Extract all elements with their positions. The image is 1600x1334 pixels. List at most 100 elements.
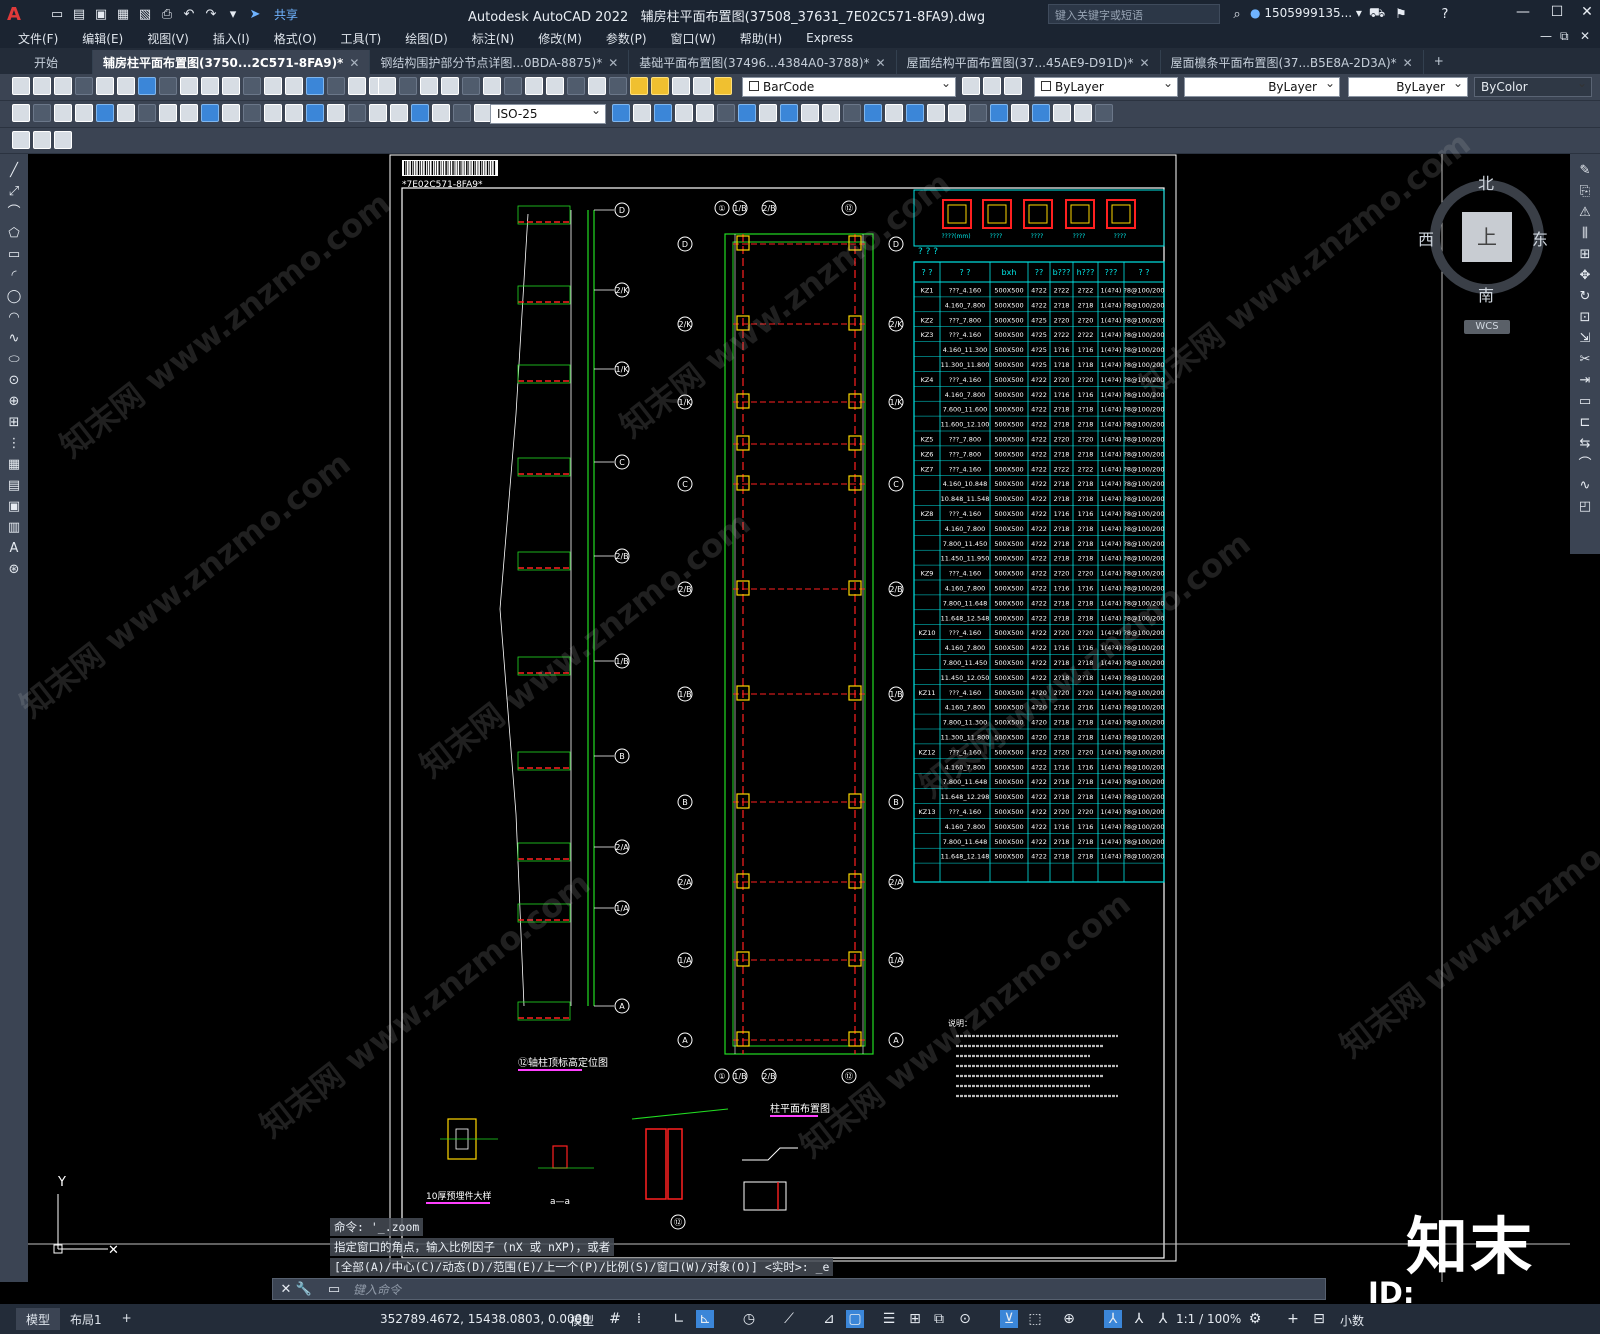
dimension-tool-icon[interactable] xyxy=(432,104,450,122)
properties-tool-icon[interactable] xyxy=(567,77,585,95)
draw-tool-icon[interactable]: ∿ xyxy=(5,330,23,348)
share-button[interactable]: 共享 xyxy=(274,6,298,23)
compass-north[interactable]: 北 xyxy=(1478,170,1494,194)
standard-tool-icon[interactable] xyxy=(285,77,303,95)
search-icon[interactable]: ⌕ xyxy=(1228,5,1246,23)
view-tool-icon[interactable] xyxy=(654,104,672,122)
modify-tool-icon[interactable]: ✎ xyxy=(1576,162,1594,180)
menu-draw[interactable]: 绘图(D) xyxy=(405,30,448,47)
draw-tool-icon[interactable]: ⊛ xyxy=(5,561,23,579)
autocad-logo-icon[interactable]: A xyxy=(0,0,28,28)
standard-tool-icon[interactable] xyxy=(306,77,324,95)
view-tool-icon[interactable] xyxy=(969,104,987,122)
view-tool-icon[interactable] xyxy=(1053,104,1071,122)
dimension-tool-icon[interactable] xyxy=(327,104,345,122)
standard-tool-icon[interactable] xyxy=(12,77,30,95)
workspace-gear-icon[interactable]: ⚙ xyxy=(1246,1310,1264,1328)
dimension-tool-icon[interactable] xyxy=(96,104,114,122)
standard-tool-icon[interactable] xyxy=(327,77,345,95)
modify-tool-icon[interactable]: ⎘ xyxy=(1576,183,1594,201)
osnap-tracking-icon[interactable]: ⟋ xyxy=(780,1310,798,1328)
properties-tool-icon[interactable] xyxy=(483,77,501,95)
menu-express[interactable]: Express xyxy=(806,31,853,45)
menu-tools[interactable]: 工具(T) xyxy=(341,30,382,47)
save-as-icon[interactable]: ▦ xyxy=(114,5,132,23)
standard-tool-icon[interactable] xyxy=(348,77,366,95)
selection-cycling-icon[interactable]: ⧉ xyxy=(930,1310,948,1328)
layer-tool-icon[interactable] xyxy=(672,77,690,95)
linetype-dropdown[interactable]: ByLayer xyxy=(1184,76,1340,97)
polar-icon[interactable]: ⊾ xyxy=(696,1310,714,1328)
standard-tool-icon[interactable] xyxy=(159,77,177,95)
view-tool-icon[interactable] xyxy=(1074,104,1092,122)
view-tool-icon[interactable] xyxy=(738,104,756,122)
modify-tool-icon[interactable]: ▭ xyxy=(1576,393,1594,411)
doc-close-button[interactable]: ✕ xyxy=(1580,29,1590,43)
view-tool-icon[interactable] xyxy=(717,104,735,122)
view-tool-icon[interactable] xyxy=(822,104,840,122)
dimension-tool-icon[interactable] xyxy=(348,104,366,122)
layer-dropdown[interactable]: BarCode xyxy=(742,76,956,97)
draw-tool-icon[interactable]: ▣ xyxy=(5,498,23,516)
menu-help[interactable]: 帮助(H) xyxy=(740,30,782,47)
modify-tool-icon[interactable]: ⇲ xyxy=(1576,330,1594,348)
layer-tool-icon[interactable] xyxy=(714,77,732,95)
menu-view[interactable]: 视图(V) xyxy=(147,30,189,47)
modify-tool-icon[interactable]: ⊡ xyxy=(1576,309,1594,327)
annotation-visibility-icon[interactable]: ⅄ xyxy=(1104,1310,1122,1328)
wcs-menu[interactable]: WCS xyxy=(1464,320,1510,334)
standard-tool-icon[interactable] xyxy=(180,77,198,95)
standard-tool-icon[interactable] xyxy=(117,77,135,95)
view-tool-icon[interactable] xyxy=(759,104,777,122)
layer-tool-icon[interactable] xyxy=(693,77,711,95)
close-tab-icon[interactable]: ✕ xyxy=(1139,56,1149,70)
view-tool-icon[interactable] xyxy=(1011,104,1029,122)
view-tool-icon[interactable] xyxy=(675,104,693,122)
menu-insert[interactable]: 插入(I) xyxy=(213,30,250,47)
save-icon[interactable]: ▣ xyxy=(92,5,110,23)
menu-format[interactable]: 格式(O) xyxy=(274,30,317,47)
lineweight-icon[interactable]: ☰ xyxy=(880,1310,898,1328)
menu-dimension[interactable]: 标注(N) xyxy=(472,30,514,47)
dynamic-ucs-icon[interactable]: ▢ xyxy=(846,1310,864,1328)
redo-icon[interactable]: ↷ xyxy=(202,5,220,23)
view-tool-icon[interactable] xyxy=(990,104,1008,122)
layer-state-tool-icon[interactable] xyxy=(962,77,980,95)
modify-tool-icon[interactable]: ∿ xyxy=(1576,477,1594,495)
dimension-tool-icon[interactable] xyxy=(369,104,387,122)
dimension-tool-icon[interactable] xyxy=(12,104,30,122)
modify-tool-icon[interactable]: ◰ xyxy=(1576,498,1594,516)
selection-filter-icon[interactable]: ⬚ xyxy=(1026,1310,1044,1328)
viewcube-top-face[interactable]: 上 xyxy=(1462,212,1512,262)
modify-tool-icon[interactable]: ⇆ xyxy=(1576,435,1594,453)
dynamic-input-icon[interactable]: ⊻ xyxy=(1000,1310,1018,1328)
add-layout-button[interactable]: + xyxy=(112,1308,142,1330)
dimension-tool-icon[interactable] xyxy=(306,104,324,122)
color-dropdown[interactable]: ByLayer xyxy=(1034,76,1178,97)
standard-tool-icon[interactable] xyxy=(96,77,114,95)
drawing-canvas[interactable]: *7E02C571-8FA9* Y ✕ D 2/K 1/K C 2/B 1/B B 2/A 1/A A ⑫… xyxy=(28,154,1570,1282)
view-tool-icon[interactable] xyxy=(906,104,924,122)
draw-tool-icon[interactable]: ╱ xyxy=(5,162,23,180)
customize-command-icon[interactable]: 🔧 xyxy=(295,1280,313,1298)
tab-drawing[interactable]: 钢结构围护部分节点详图...0BDA-8875)* ✕ xyxy=(370,50,630,74)
command-line[interactable]: ✕ 🔧 ▭ 键入命令 xyxy=(272,1278,1326,1300)
transparency-icon[interactable]: ⊞ xyxy=(906,1310,924,1328)
command-prompt-icon[interactable]: ▭ xyxy=(325,1280,343,1298)
properties-tool-icon[interactable] xyxy=(420,77,438,95)
cart-icon[interactable]: ⛟ xyxy=(1368,5,1386,23)
ortho-icon[interactable]: ∟ xyxy=(670,1310,688,1328)
dimension-tool-icon[interactable] xyxy=(33,104,51,122)
layer-tool-icon[interactable] xyxy=(651,77,669,95)
customize-dropdown-icon[interactable]: ▾ xyxy=(224,5,242,23)
view-tool-icon[interactable] xyxy=(612,104,630,122)
standard-tool-icon[interactable] xyxy=(138,77,156,95)
modify-tool-icon[interactable]: ✥ xyxy=(1576,267,1594,285)
properties-tool-icon[interactable] xyxy=(609,77,627,95)
annotation-scale[interactable]: 1:1 / 100% xyxy=(1176,1312,1241,1326)
properties-tool-icon[interactable] xyxy=(378,77,396,95)
properties-tool-icon[interactable] xyxy=(525,77,543,95)
dimension-tool-icon[interactable] xyxy=(54,104,72,122)
misc-tool-icon[interactable] xyxy=(12,131,30,149)
dimension-tool-icon[interactable] xyxy=(201,104,219,122)
